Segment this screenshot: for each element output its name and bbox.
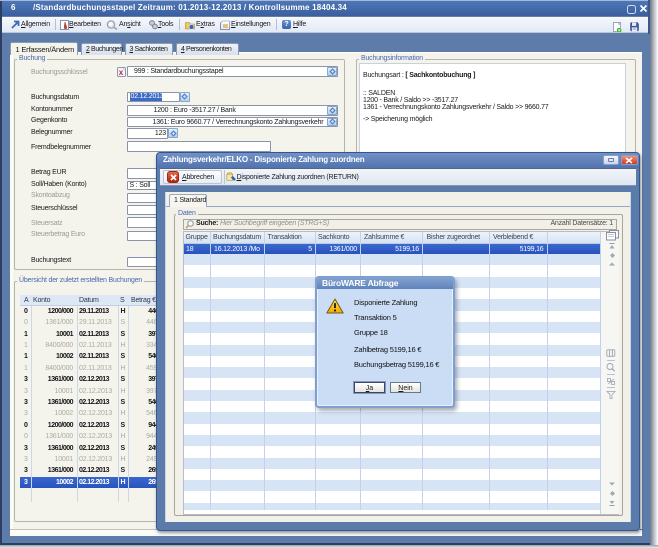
svg-text:x: x bbox=[119, 68, 124, 77]
